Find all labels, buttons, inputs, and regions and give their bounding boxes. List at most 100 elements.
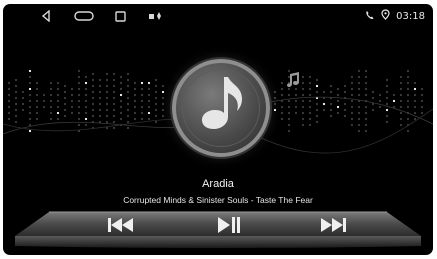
visualizer-dot: [70, 111, 74, 115]
visualizer-dot: [105, 90, 109, 94]
visualizer-dot: [7, 117, 11, 121]
skip-next-button[interactable]: [317, 214, 351, 236]
visualizer-dot: [133, 111, 137, 115]
visualizer-dot: [350, 117, 354, 121]
visualizer-dot: [294, 105, 298, 109]
visualizer-dot: [119, 117, 123, 121]
visualizer-dot: [315, 102, 319, 106]
visualizer-dot: [364, 75, 368, 79]
visualizer-dot: [385, 96, 389, 100]
play-pause-icon: [218, 217, 240, 233]
visualizer-dot: [49, 87, 53, 91]
visualizer-dot: [154, 108, 158, 112]
visualizer-dot: [308, 93, 312, 97]
visualizer-dot: [287, 129, 291, 133]
visualizer-dot: [154, 84, 158, 88]
visualizer-dot: [91, 84, 95, 88]
visualizer-dot: [98, 114, 102, 118]
visualizer-dot: [35, 81, 39, 85]
visualizer-dot: [161, 102, 165, 106]
visualizer-dot: [147, 111, 151, 115]
visualizer-dot: [371, 96, 375, 100]
visualizer-dot: [280, 93, 284, 97]
visualizer-dot: [105, 78, 109, 82]
visualizer-dot: [273, 90, 277, 94]
visualizer-dot: [119, 105, 123, 109]
visualizer-dot: [364, 87, 368, 91]
visualizer-dot: [154, 90, 158, 94]
visualizer-dot: [280, 111, 284, 115]
home-icon[interactable]: [73, 8, 95, 24]
visualizer-dot: [329, 108, 333, 112]
visualizer-dot: [385, 78, 389, 82]
visualizer-dot: [105, 96, 109, 100]
status-bar: 03:18: [3, 4, 433, 28]
visualizer-dot: [399, 123, 403, 127]
visualizer-dot: [413, 105, 417, 109]
visualizer-dot: [14, 120, 18, 124]
skip-next-icon: [321, 218, 346, 232]
visualizer-dot: [392, 99, 396, 103]
visualizer-dot: [7, 87, 11, 91]
visualizer-dot: [84, 87, 88, 91]
visualizer-dot: [84, 105, 88, 109]
visualizer-dot: [154, 102, 158, 106]
clock-text: 03:18: [396, 10, 425, 22]
visualizer-dot: [406, 129, 410, 133]
visualizer-dot: [364, 117, 368, 121]
visualizer-dot: [343, 90, 347, 94]
visualizer-dot: [14, 102, 18, 106]
visualizer-dot: [315, 114, 319, 118]
visualizer-dot: [392, 93, 396, 97]
visualizer-dot: [7, 111, 11, 115]
visualizer-dot: [413, 81, 417, 85]
visualizer-dot: [287, 111, 291, 115]
visualizer-dot: [126, 96, 130, 100]
visualizer-dot: [91, 114, 95, 118]
visualizer-dot: [91, 102, 95, 106]
visualizer-dot: [56, 93, 60, 97]
visualizer-dot: [7, 99, 11, 103]
visualizer-dot: [280, 117, 284, 121]
visualizer-dot: [140, 93, 144, 97]
visualizer-dot: [35, 99, 39, 103]
play-pause-button[interactable]: [213, 214, 243, 236]
phone-icon: [365, 10, 375, 23]
visualizer-dot: [420, 87, 424, 91]
visualizer-dot: [63, 84, 67, 88]
visualizer-dot: [350, 87, 354, 91]
recents-icon[interactable]: [113, 8, 127, 24]
visualizer-dot: [98, 90, 102, 94]
visualizer-dot: [308, 111, 312, 115]
visualizer-dot: [49, 117, 53, 121]
visualizer-dot: [21, 108, 25, 112]
skip-previous-button[interactable]: [103, 214, 137, 236]
visualizer-dot: [294, 93, 298, 97]
visualizer-dot: [14, 96, 18, 100]
visualizer-dot: [308, 81, 312, 85]
visualizer-dot: [140, 111, 144, 115]
visualizer-dot: [140, 117, 144, 121]
visualizer-dot: [308, 99, 312, 103]
visualizer-dot: [273, 102, 277, 106]
visualizer-dot: [420, 99, 424, 103]
visualizer-dot: [14, 90, 18, 94]
visualizer-dot: [14, 78, 18, 82]
visualizer-dot: [28, 69, 32, 73]
visualizer-dot: [161, 96, 165, 100]
visualizer-dot: [133, 105, 137, 109]
visualizer-dot: [77, 99, 81, 103]
visualizer-dot: [112, 102, 116, 106]
visualizer-dot: [126, 114, 130, 118]
visualizer-dot: [91, 96, 95, 100]
visualizer-dot: [357, 87, 361, 91]
visualizer-dot: [84, 93, 88, 97]
visualizer-dot: [98, 102, 102, 106]
back-icon[interactable]: [39, 8, 53, 24]
visualizer-dot: [14, 114, 18, 118]
visualizer-dot: [413, 99, 417, 103]
visualizer-dot: [35, 111, 39, 115]
visualizer-dot: [147, 81, 151, 85]
visualizer-dot: [35, 105, 39, 109]
visualizer-dot: [7, 105, 11, 109]
